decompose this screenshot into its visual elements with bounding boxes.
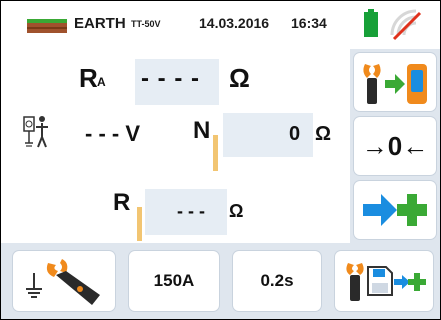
current-range-button[interactable]: 150A (129, 251, 219, 311)
earth-strip-icon (27, 19, 67, 33)
battery-icon (364, 9, 378, 37)
r-value: - - - (177, 201, 205, 221)
r-row: R - - - Ω (1, 177, 350, 243)
time-label: 16:34 (291, 15, 327, 31)
clamp-to-device-button[interactable] (354, 53, 436, 111)
voltage-n-row: - - - V N 0 Ω (1, 109, 350, 177)
right-toolbar: →0← (350, 49, 440, 243)
clamp-select-button[interactable] (13, 251, 115, 311)
ra-unit: Ω (229, 63, 250, 93)
test-time-label: 0.2s (260, 271, 294, 290)
ra-label: R (79, 63, 98, 93)
voltage-value: - - - V (85, 121, 140, 146)
clamp-memory-icon (346, 263, 426, 301)
n-label: N (193, 117, 211, 144)
add-to-memory-button[interactable] (354, 181, 436, 239)
r-unit: Ω (229, 201, 244, 221)
mode-label: EARTH (74, 15, 126, 32)
sub-mode-label: TT-50V (131, 19, 161, 29)
n-value: 0 (289, 123, 301, 145)
touch-voltage-icon (23, 116, 48, 148)
ra-subscript: A (97, 75, 106, 89)
clamp-transfer-icon (363, 64, 427, 104)
date-label: 14.03.2016 (199, 15, 270, 31)
ra-value: - - - - (141, 65, 200, 92)
test-time-button[interactable]: 0.2s (233, 251, 321, 311)
ra-row: R A - - - - Ω (1, 49, 350, 109)
earth-clamp-icon (26, 259, 100, 305)
status-header: EARTH TT-50V 14.03.2016 16:34 (1, 1, 440, 49)
save-to-memory-button[interactable] (335, 251, 433, 311)
r-cursor (137, 207, 142, 241)
instrument-screen: EARTH TT-50V 14.03.2016 16:34 R A - - - … (0, 0, 441, 320)
zero-adjust-button[interactable]: →0← (354, 117, 436, 175)
no-signal-icon (390, 9, 422, 41)
arrow-plus-icon (363, 194, 427, 226)
measurement-area: R A - - - - Ω - - - V N 0 Ω R - - - Ω (1, 49, 350, 243)
bottom-toolbar: 150A 0.2s (1, 243, 440, 319)
n-cursor (213, 135, 218, 171)
r-label: R (113, 189, 131, 216)
n-unit: Ω (315, 123, 332, 145)
zero-adjust-label: →0← (361, 130, 429, 161)
current-range-label: 150A (153, 271, 195, 290)
